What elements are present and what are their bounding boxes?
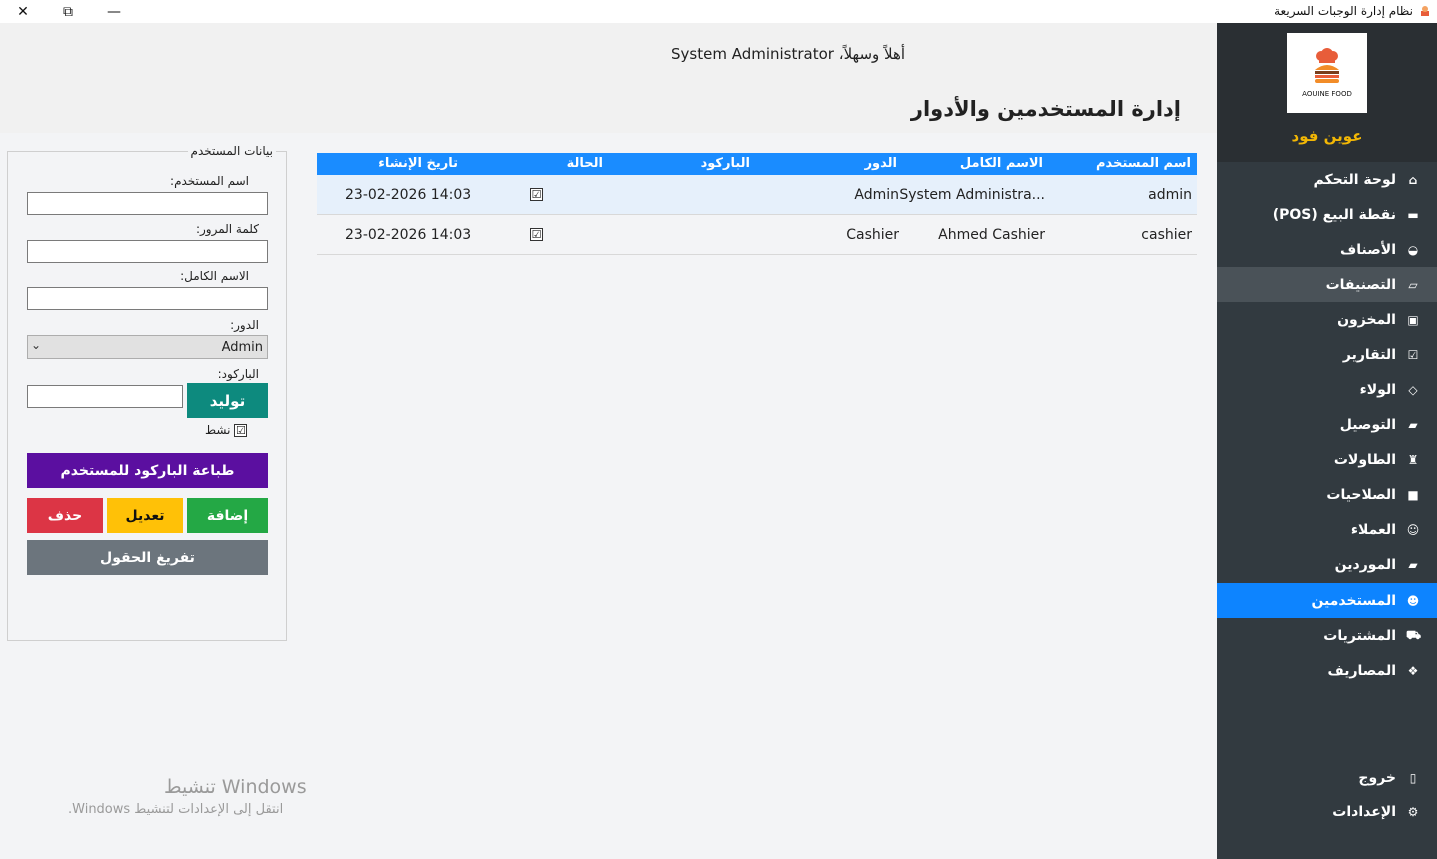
title-bar: ✕ ⧉ — نظام إدارة الوجبات السريعة [0, 0, 1437, 23]
logo-text: AOUINE FOOD [1302, 90, 1352, 98]
role-value: Admin [221, 340, 263, 355]
cell-username: admin [1148, 187, 1192, 203]
sidebar-item-tables[interactable]: الطاولات ♜ [1217, 442, 1437, 477]
users-table[interactable]: اسم المستخدم الاسم الكامل الدور الباركود… [317, 153, 1197, 255]
sidebar-item-dashboard[interactable]: لوحة التحكم ⌂ [1217, 162, 1437, 197]
password-input[interactable] [27, 240, 268, 263]
sidebar-item-pos[interactable]: نقطة البيع (POS) ▬ [1217, 197, 1437, 232]
user-form-group: بيانات المستخدم اسم المستخدم: كلمة المرو… [7, 144, 287, 641]
barcode-input[interactable] [27, 385, 183, 408]
restore-icon[interactable]: ⧉ [45, 0, 91, 23]
cell-role: Cashier [846, 227, 899, 243]
gear-icon: ⚙ [1407, 804, 1419, 819]
sidebar-item-categories[interactable]: التصنيفات ▱ [1217, 267, 1437, 302]
app-icon [1421, 6, 1429, 16]
col-created[interactable]: تاريخ الإنشاء [378, 156, 458, 171]
role-label: الدور: [230, 318, 259, 332]
truck-icon: ▰ [1408, 417, 1418, 432]
minimize-icon[interactable]: — [91, 0, 137, 23]
generate-button[interactable]: توليد [187, 383, 268, 418]
close-icon[interactable]: ✕ [0, 0, 46, 23]
sidebar-item-reports[interactable]: التقارير ☑ [1217, 337, 1437, 372]
table-icon: ♜ [1407, 452, 1419, 467]
col-role[interactable]: الدور [865, 156, 897, 171]
cell-status-checkbox[interactable]: ☑ [530, 188, 543, 201]
lock-icon: ■ [1407, 487, 1419, 502]
clear-fields-button[interactable]: تفريغ الحقول [27, 540, 268, 575]
sidebar-item-delivery[interactable]: التوصيل ▰ [1217, 407, 1437, 442]
sidebar-item-loyalty[interactable]: الولاء ◇ [1217, 372, 1437, 407]
money-icon: ❖ [1407, 663, 1419, 678]
username-input[interactable] [27, 192, 268, 215]
activation-watermark-title: تنشيط Windows [164, 776, 307, 798]
sidebar-item-permissions[interactable]: الصلاحيات ■ [1217, 477, 1437, 512]
cell-fullname: System Administra... [899, 187, 1045, 203]
col-barcode[interactable]: الباركود [701, 156, 750, 171]
active-label: نشط [205, 423, 231, 437]
group-title: بيانات المستخدم [187, 144, 276, 158]
chef-burger-icon [1315, 48, 1339, 83]
cell-username: cashier [1141, 227, 1192, 243]
delete-button[interactable]: حذف [27, 498, 103, 533]
col-username[interactable]: اسم المستخدم [1096, 156, 1191, 171]
user-icon: ☺ [1406, 522, 1420, 537]
diamond-icon: ◇ [1408, 382, 1418, 397]
dish-icon: ◒ [1407, 242, 1419, 257]
report-icon: ☑ [1407, 347, 1419, 362]
cell-role: Admin [854, 187, 899, 203]
print-barcode-button[interactable]: طباعة الباركود للمستخدم [27, 453, 268, 488]
header: أهلاً وسهلاً، System Administrator إدارة… [0, 23, 1217, 133]
fullname-label: الاسم الكامل: [180, 269, 249, 283]
barcode-label: الباركود: [217, 367, 259, 381]
cell-status-checkbox[interactable]: ☑ [530, 228, 543, 241]
cell-fullname: Ahmed Cashier [938, 227, 1045, 243]
register-icon: ▬ [1407, 207, 1419, 222]
door-icon: ▯ [1409, 770, 1417, 785]
welcome-text: أهلاً وسهلاً، System Administrator [671, 45, 906, 63]
col-status[interactable]: الحالة [567, 156, 603, 171]
edit-button[interactable]: تعديل [107, 498, 183, 533]
main-area: أهلاً وسهلاً، System Administrator إدارة… [0, 23, 1217, 859]
active-checkbox[interactable]: ☑ [234, 423, 248, 437]
window-title: نظام إدارة الوجبات السريعة [1274, 4, 1413, 18]
table-row[interactable]: admin System Administra... Admin ☑ 23-02… [317, 175, 1197, 215]
brand-name: عوين فود [1291, 127, 1363, 145]
cell-created: 23-02-2026 14:03 [345, 187, 472, 203]
folder-icon: ▱ [1408, 277, 1418, 292]
cart-icon: ⛟ [1406, 627, 1422, 642]
sidebar: AOUINE FOOD عوين فود لوحة التحكم ⌂ نقطة … [1217, 23, 1437, 859]
fullname-input[interactable] [27, 287, 268, 310]
role-select[interactable]: ⌄ Admin [27, 335, 268, 359]
sidebar-item-inventory[interactable]: المخزون ▣ [1217, 302, 1437, 337]
sidebar-item-suppliers[interactable]: الموردين ▰ [1217, 547, 1437, 582]
logout-button[interactable]: خروج ▯ [1217, 760, 1437, 795]
password-label: كلمة المرور: [195, 222, 259, 236]
logo: AOUINE FOOD [1287, 33, 1367, 113]
sidebar-item-expenses[interactable]: المصاريف ❖ [1217, 653, 1437, 688]
sidebar-item-customers[interactable]: العملاء ☺ [1217, 512, 1437, 547]
supplier-truck-icon: ▰ [1408, 557, 1418, 572]
table-header: اسم المستخدم الاسم الكامل الدور الباركود… [317, 153, 1197, 175]
cell-created: 23-02-2026 14:03 [345, 227, 472, 243]
page-title: إدارة المستخدمين والأدوار [910, 97, 1181, 121]
table-row[interactable]: cashier Ahmed Cashier Cashier ☑ 23-02-20… [317, 215, 1197, 255]
chevron-down-icon: ⌄ [31, 338, 42, 352]
username-label: اسم المستخدم: [170, 174, 249, 188]
active-checkbox-row[interactable]: ☑ نشط [205, 423, 248, 437]
users-icon: ☻ [1406, 593, 1420, 608]
add-button[interactable]: إضافة [187, 498, 268, 533]
sidebar-item-users[interactable]: المستخدمين ☻ [1217, 583, 1437, 618]
settings-button[interactable]: الإعدادات ⚙ [1217, 794, 1437, 829]
sidebar-item-items[interactable]: الأصناف ◒ [1217, 232, 1437, 267]
inventory-icon: ▣ [1407, 312, 1419, 327]
activation-watermark-text: انتقل إلى الإعدادات لتنشيط Windows. [68, 802, 284, 817]
col-fullname[interactable]: الاسم الكامل [960, 156, 1043, 171]
home-icon: ⌂ [1408, 172, 1418, 187]
sidebar-header: AOUINE FOOD عوين فود [1217, 23, 1437, 162]
sidebar-item-purchases[interactable]: المشتريات ⛟ [1217, 618, 1437, 653]
